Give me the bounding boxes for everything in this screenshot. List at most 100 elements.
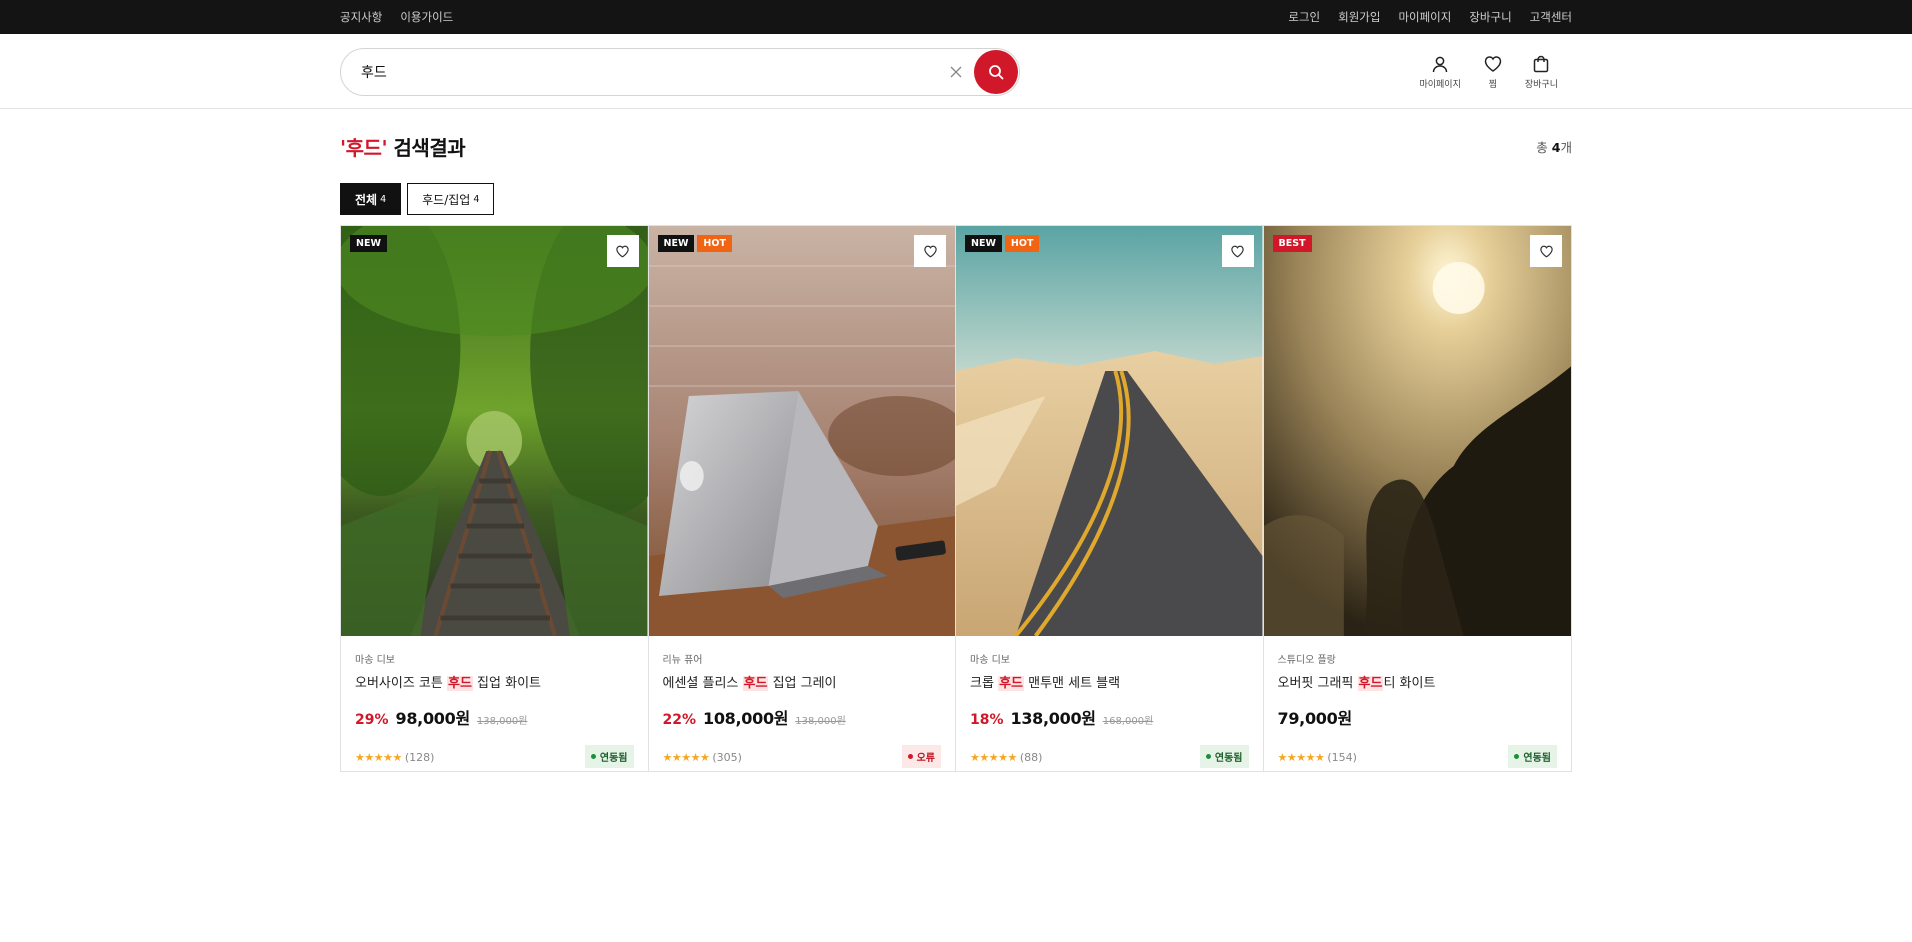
hot-badge: HOT <box>1004 235 1040 252</box>
search-button[interactable] <box>974 49 1018 94</box>
status-text: 연동됨 <box>599 753 628 764</box>
header-cart-button[interactable]: 장바구니 <box>1525 54 1558 90</box>
notice-link[interactable]: 공지사항 <box>340 9 382 25</box>
guide-link[interactable]: 이용가이드 <box>400 9 453 25</box>
title-suffix: 검색결과 <box>387 135 466 160</box>
cart-link[interactable]: 장바구니 <box>1469 9 1511 25</box>
badge-group: NEW HOT <box>657 235 732 252</box>
product-card[interactable]: NEW HOT 마송 디보 크롭 후드 맨투맨 세트 블랙 18% 138,00… <box>956 226 1264 771</box>
keyword-highlight: 후드 <box>998 676 1024 691</box>
product-card[interactable]: BEST 스튜디오 플랑 오버핏 그래픽 후드티 화이트 79,000원 ★★★… <box>1263 226 1572 771</box>
topbar-right-links: 로그인 회원가입 마이페이지 장바구니 고객센터 <box>1288 9 1572 25</box>
tab-all-label: 전체 <box>355 192 378 207</box>
status-text: 연동됨 <box>1214 753 1243 764</box>
mypage-link[interactable]: 마이페이지 <box>1398 9 1451 25</box>
product-card[interactable]: NEW HOT 리뉴 퓨어 에센셜 플리스 후드 집업 그레이 22% 108,… <box>648 226 956 771</box>
wishlist-toggle[interactable] <box>914 235 946 267</box>
clear-search-button[interactable] <box>946 62 966 82</box>
product-name[interactable]: 크롭 후드 맨투맨 세트 블랙 <box>970 672 1249 691</box>
rating-row: ★★★★★ (154) 연동됨 <box>1277 745 1557 768</box>
search-bar <box>340 47 1020 96</box>
tab-all[interactable]: 전체 4 <box>340 183 402 215</box>
star-rating: ★★★★★ <box>662 750 710 764</box>
star-rating: ★★★★★ <box>1277 750 1325 764</box>
header-mypage-button[interactable]: 마이페이지 <box>1419 54 1461 90</box>
keyword-highlight: 후드 <box>1357 676 1384 691</box>
sale-price: 79,000원 <box>1277 709 1353 728</box>
total-suffix: 개 <box>1560 139 1572 155</box>
sale-price: 98,000원 <box>395 709 471 728</box>
review-count: (128) <box>404 750 435 764</box>
discount-rate: 22% <box>662 712 697 728</box>
total-prefix: 총 <box>1536 139 1552 155</box>
product-grid: NEW 마송 디보 오버사이즈 코튼 후드 집업 화이트 29% 98,000원… <box>340 225 1572 772</box>
product-image[interactable]: NEW HOT <box>956 226 1263 636</box>
review-count: (154) <box>1327 750 1357 764</box>
rating-row: ★★★★★ (305) 오류 <box>662 745 941 768</box>
foggy-sunrise-image <box>1263 226 1571 636</box>
rating: ★★★★★ (128) <box>355 750 434 764</box>
review-count: (88) <box>1019 750 1043 764</box>
heart-icon <box>616 245 629 257</box>
bag-icon <box>1534 55 1549 72</box>
price-row: 79,000원 <box>1278 705 1558 729</box>
product-info: 마송 디보 오버사이즈 코튼 후드 집업 화이트 29% 98,000원 138… <box>341 636 648 771</box>
tab-all-count: 4 <box>380 193 387 205</box>
wishlist-toggle[interactable] <box>1221 235 1254 267</box>
badge-group: BEST <box>1272 235 1312 252</box>
name-after: 집업 그레이 <box>768 676 837 691</box>
header-icon-group: 마이페이지 찜 장바구니 <box>1419 54 1572 90</box>
discount-rate: 29% <box>355 712 389 728</box>
product-brand: 마송 디보 <box>970 655 1010 666</box>
product-image[interactable]: NEW HOT <box>648 226 955 636</box>
name-after: 티 화이트 <box>1383 676 1436 691</box>
heart-icon <box>1539 245 1553 257</box>
status-badge: 연동됨 <box>1508 745 1557 768</box>
header-cart-label: 장바구니 <box>1524 79 1558 90</box>
status-badge: 오류 <box>901 745 941 768</box>
product-brand: 리뉴 퓨어 <box>662 655 703 666</box>
desert-road-image <box>956 226 1263 636</box>
name-before: 오버핏 그래픽 <box>1277 676 1358 691</box>
search-input[interactable] <box>361 63 946 80</box>
header-wishlist-button[interactable]: 찜 <box>1483 54 1503 90</box>
rating-row: ★★★★★ (128) 연동됨 <box>355 745 634 768</box>
badge-group: NEW HOT <box>965 235 1040 252</box>
keyword-highlight: 후드 <box>742 676 769 691</box>
discount-rate: 18% <box>970 712 1004 728</box>
wishlist-toggle[interactable] <box>606 235 639 267</box>
keyword-highlight: 후드 <box>447 676 473 691</box>
product-image[interactable]: BEST <box>1263 226 1571 636</box>
forest-railway-image <box>341 226 648 636</box>
login-link[interactable]: 로그인 <box>1288 9 1320 25</box>
original-price: 138,000원 <box>476 716 528 727</box>
wishlist-toggle[interactable] <box>1530 235 1562 267</box>
close-icon <box>950 66 962 77</box>
header-wishlist-label: 찜 <box>1488 79 1498 90</box>
product-card[interactable]: NEW 마송 디보 오버사이즈 코튼 후드 집업 화이트 29% 98,000원… <box>341 226 649 771</box>
hot-badge: HOT <box>697 235 732 252</box>
heart-icon <box>1231 245 1244 257</box>
header-mypage-label: 마이페이지 <box>1419 79 1461 90</box>
signup-link[interactable]: 회원가입 <box>1338 9 1380 25</box>
laptop-desk-image <box>648 226 955 636</box>
heart-icon <box>923 245 937 257</box>
product-name[interactable]: 오버핏 그래픽 후드티 화이트 <box>1278 672 1558 691</box>
product-info: 스튜디오 플랑 오버핏 그래픽 후드티 화이트 79,000원 ★★★★★ (15… <box>1264 636 1572 771</box>
search-keyword: 후드 <box>345 135 382 160</box>
best-badge: BEST <box>1272 235 1312 252</box>
support-link[interactable]: 고객센터 <box>1530 9 1572 25</box>
tab-hood-zipup[interactable]: 후드/집업 4 <box>407 183 495 215</box>
rating: ★★★★★ (88) <box>970 750 1042 764</box>
product-name[interactable]: 오버사이즈 코튼 후드 집업 화이트 <box>355 672 634 691</box>
name-before: 오버사이즈 코튼 <box>355 676 447 691</box>
category-tabs: 전체 4 후드/집업 4 <box>340 183 1572 215</box>
product-image[interactable]: NEW <box>341 226 648 636</box>
topbar-left-links: 공지사항 이용가이드 <box>340 9 453 25</box>
price-row: 18% 138,000원 168,000원 <box>970 705 1249 729</box>
user-icon <box>1432 56 1448 72</box>
product-name[interactable]: 에센셜 플리스 후드 집업 그레이 <box>663 672 942 691</box>
name-before: 크롭 <box>970 676 999 691</box>
main-header: 마이페이지 찜 장바구니 <box>0 34 1912 109</box>
rating-row: ★★★★★ (88) 연동됨 <box>970 745 1249 768</box>
